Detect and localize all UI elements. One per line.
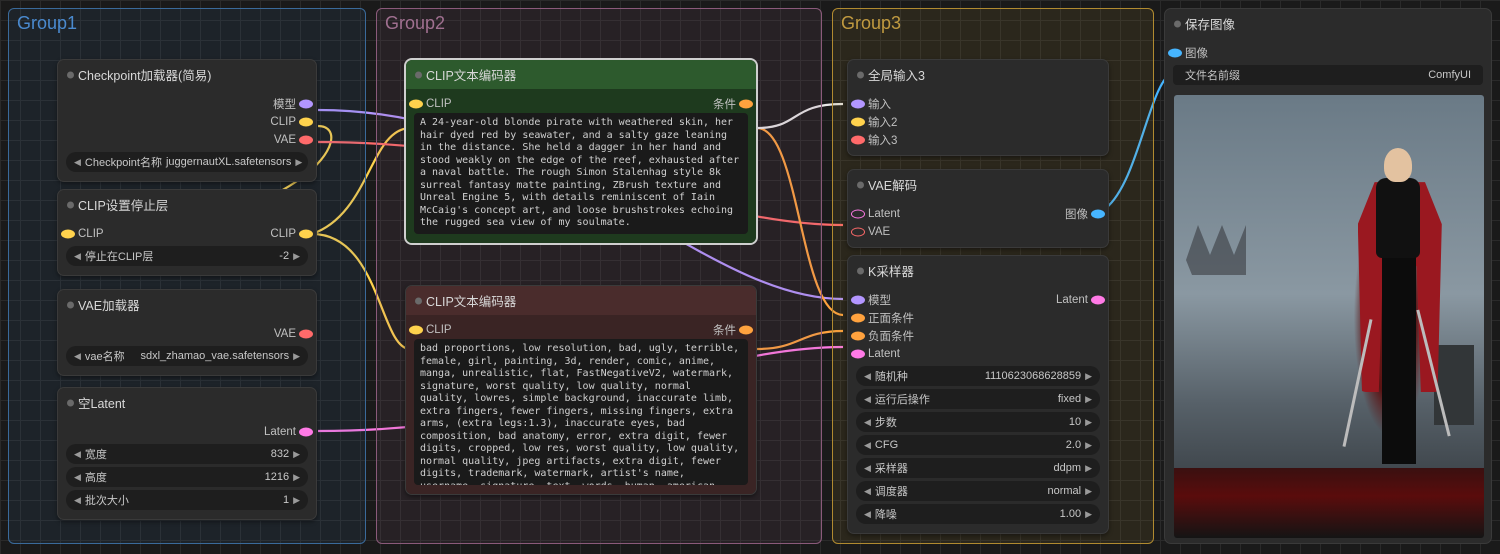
- node-title: CLIP设置停止层: [58, 190, 316, 219]
- widget-seed[interactable]: ◀随机种1110623068628859▶: [856, 366, 1100, 386]
- node-checkpoint-loader[interactable]: Checkpoint加载器(简易) 模型 CLIP VAE ◀ Checkpoi…: [57, 59, 317, 182]
- node-title: 全局输入3: [848, 60, 1108, 89]
- positive-prompt-textarea[interactable]: [414, 113, 748, 234]
- node-clip-encode-positive[interactable]: CLIP文本编码器 CLIP 条件: [405, 59, 757, 244]
- node-title: 空Latent: [58, 388, 316, 417]
- node-empty-latent[interactable]: 空Latent Latent ◀宽度832▶ ◀高度1216▶ ◀批次大小1▶: [57, 387, 317, 520]
- node-vae-decode[interactable]: VAE解码 Latent 图像 VAE: [847, 169, 1109, 248]
- node-title: 保存图像: [1165, 9, 1491, 38]
- group-1[interactable]: Group1 Checkpoint加载器(简易) 模型 CLIP VAE ◀ C…: [8, 8, 366, 544]
- node-title: CLIP文本编码器: [406, 60, 756, 89]
- widget-scheduler[interactable]: ◀调度器normal▶: [856, 481, 1100, 501]
- widget-sampler[interactable]: ◀采样器ddpm▶: [856, 458, 1100, 478]
- widget-denoise[interactable]: ◀降噪1.00▶: [856, 504, 1100, 524]
- widget-batch[interactable]: ◀批次大小1▶: [66, 490, 308, 510]
- group-3[interactable]: Group3 全局输入3 输入 输入2 输入3 VAE解码 Latent 图像: [832, 8, 1154, 544]
- node-title: VAE加载器: [58, 290, 316, 319]
- chevron-right-icon[interactable]: ▶: [295, 157, 302, 168]
- node-title: CLIP文本编码器: [406, 286, 756, 315]
- node-title: Checkpoint加载器(简易): [58, 60, 316, 89]
- node-save-image[interactable]: 保存图像 图像 文件名前缀 ComfyUI: [1164, 8, 1492, 544]
- node-clip-stop[interactable]: CLIP设置停止层 CLIP CLIP ◀ 停止在CLIP层 -2 ▶: [57, 189, 317, 276]
- output-preview-image[interactable]: [1174, 95, 1484, 538]
- widget-clip-stop[interactable]: ◀ 停止在CLIP层 -2 ▶: [66, 246, 308, 266]
- group-2[interactable]: Group2 CLIP文本编码器 CLIP 条件 CLIP文本编码器 CLIP: [376, 8, 822, 544]
- node-title: K采样器: [848, 256, 1108, 285]
- chevron-left-icon[interactable]: ◀: [74, 157, 81, 168]
- node-global-input[interactable]: 全局输入3 输入 输入2 输入3: [847, 59, 1109, 156]
- widget-ckpt[interactable]: ◀ Checkpoint名称 juggernautXL.safetensors …: [66, 152, 308, 172]
- widget-cfg[interactable]: ◀CFG2.0▶: [856, 435, 1100, 455]
- widget-width[interactable]: ◀宽度832▶: [66, 444, 308, 464]
- widget-steps[interactable]: ◀步数10▶: [856, 412, 1100, 432]
- node-vae-loader[interactable]: VAE加载器 VAE ◀ vae名称 sdxl_zhamao_vae.safet…: [57, 289, 317, 376]
- group-2-title: Group2: [385, 13, 445, 34]
- group-1-title: Group1: [17, 13, 77, 34]
- widget-vae[interactable]: ◀ vae名称 sdxl_zhamao_vae.safetensors ▶: [66, 346, 308, 366]
- widget-filename-prefix[interactable]: 文件名前缀 ComfyUI: [1173, 65, 1483, 85]
- widget-after[interactable]: ◀运行后操作fixed▶: [856, 389, 1100, 409]
- node-ksampler[interactable]: K采样器 模型 Latent 正面条件 负面条件 Latent ◀随机种1110…: [847, 255, 1109, 534]
- group-3-title: Group3: [841, 13, 901, 34]
- node-clip-encode-negative[interactable]: CLIP文本编码器 CLIP 条件: [405, 285, 757, 495]
- node-title: VAE解码: [848, 170, 1108, 199]
- widget-height[interactable]: ◀高度1216▶: [66, 467, 308, 487]
- negative-prompt-textarea[interactable]: [414, 339, 748, 485]
